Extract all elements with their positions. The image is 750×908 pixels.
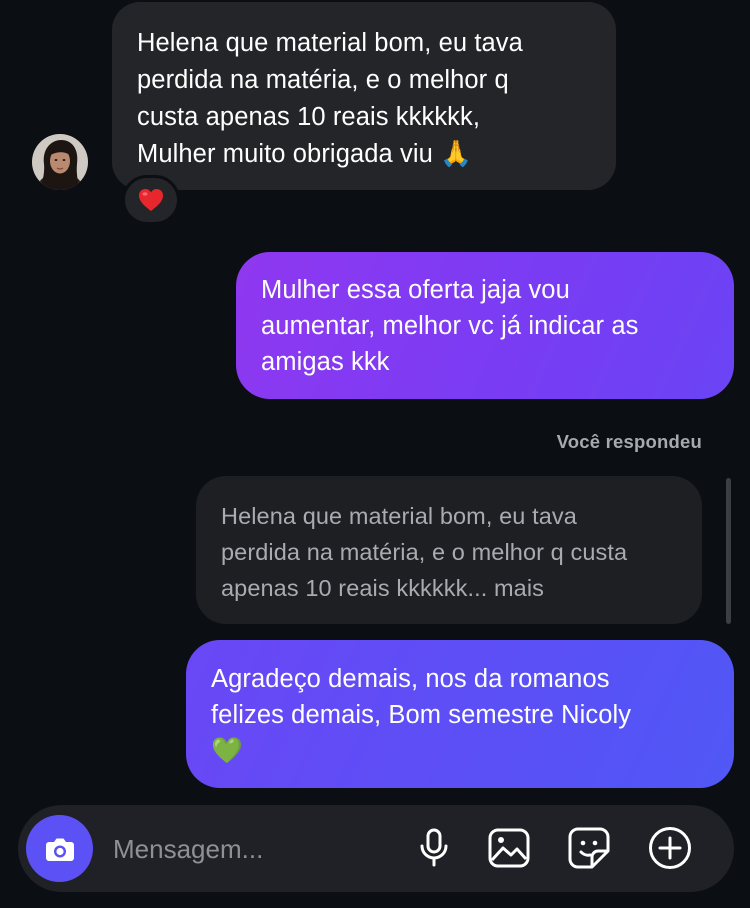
heart-icon — [139, 189, 163, 211]
message-text-line: Agradeço demais, nos da romanos — [211, 665, 610, 693]
camera-button[interactable] — [26, 815, 93, 882]
avatar-image — [32, 134, 88, 190]
plus-circle-icon — [649, 827, 691, 869]
message-text-line: Helena que material bom, eu tava — [137, 29, 523, 57]
quoted-text-line: perdida na matéria, e o melhor q custa — [221, 539, 628, 565]
message-text-line: Mulher essa oferta jaja vou — [261, 276, 570, 304]
add-button[interactable] — [647, 825, 693, 871]
quoted-text-line: apenas 10 reais kkkkkk... mais — [221, 575, 544, 601]
outgoing-message-bubble[interactable]: Mulher essa oferta jaja vou aumentar, me… — [236, 252, 734, 399]
message-text-line: custa apenas 10 reais kkkkkk, — [137, 103, 481, 131]
gallery-button[interactable] — [486, 825, 532, 871]
message-input[interactable] — [113, 829, 393, 869]
microphone-button[interactable] — [411, 825, 457, 871]
outgoing-reply-bubble[interactable]: Agradeço demais, nos da romanos felizes … — [186, 640, 734, 788]
sticker-button[interactable] — [566, 825, 612, 871]
quoted-text-line: Helena que material bom, eu tava — [221, 503, 577, 529]
avatar[interactable] — [32, 134, 88, 190]
camera-icon — [45, 838, 74, 861]
message-text-line: perdida na matéria, e o melhor q — [137, 66, 509, 94]
reply-label: Você respondeu — [556, 431, 702, 452]
incoming-message-bubble[interactable]: Helena que material bom, eu tava perdida… — [112, 2, 616, 190]
message-text-line: Mulher muito obrigada viu 🙏 — [137, 140, 472, 168]
message-composer — [18, 805, 734, 892]
chat-screen: Helena que material bom, eu tava perdida… — [0, 0, 750, 908]
gallery-icon — [488, 828, 530, 868]
quoted-message[interactable]: Helena que material bom, eu tava perdida… — [196, 476, 702, 624]
heart-reaction[interactable]: ❤️ — [122, 175, 180, 225]
scrollbar[interactable] — [726, 478, 731, 624]
microphone-icon — [420, 828, 448, 867]
message-text-line: aumentar, melhor vc já indicar as — [261, 312, 639, 340]
message-text-line: 💚 — [211, 737, 243, 765]
message-text-line: felizes demais, Bom semestre Nicoly — [211, 701, 632, 729]
sticker-icon — [568, 827, 610, 869]
message-text-line: amigas kkk — [261, 348, 390, 376]
